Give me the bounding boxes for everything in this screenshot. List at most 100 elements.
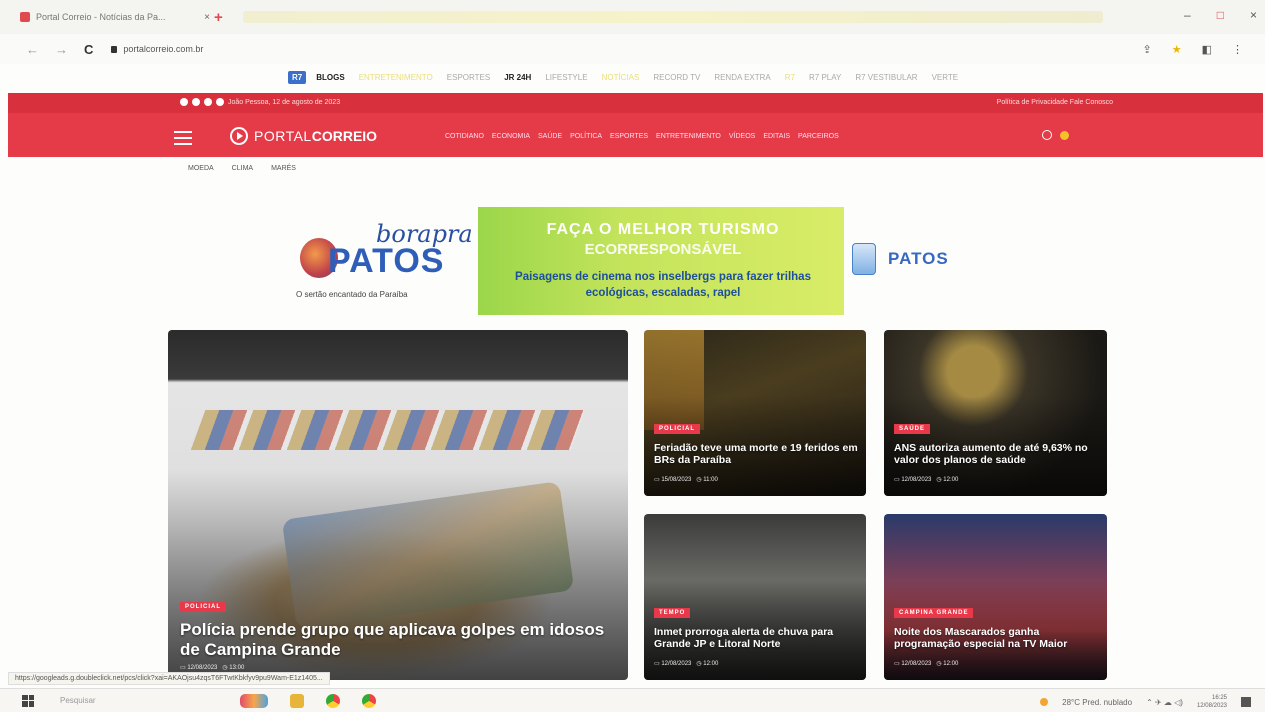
network-link[interactable]: LIFESTYLE — [545, 73, 587, 82]
info-ticker: MOEDA CLIMA MARÉS — [188, 165, 296, 172]
status-url-tooltip: https://googleads.g.doubleclick.net/pcs/… — [8, 672, 330, 685]
nav-item[interactable]: ESPORTES — [610, 133, 648, 140]
category-badge[interactable]: POLICIAL — [654, 424, 700, 434]
nav-item[interactable]: COTIDIANO — [445, 133, 484, 140]
photo-cards-detail — [190, 410, 586, 450]
weather-icon[interactable] — [1040, 698, 1049, 706]
ticker-item: MARÉS — [271, 165, 296, 172]
back-icon[interactable]: ← — [26, 42, 39, 57]
social-icons — [180, 98, 224, 106]
browser-tabbar: Portal Correio - Notícias da Pa... × + –… — [0, 0, 1265, 34]
nav-item[interactable]: POLÍTICA — [570, 133, 602, 140]
nav-item[interactable]: PARCEIROS — [798, 133, 839, 140]
network-link[interactable]: R7 PLAY — [809, 73, 841, 82]
news-meta: ▭ 12/08/2023 ◷ 12:00 — [894, 661, 959, 667]
r7-logo[interactable]: R7 — [288, 70, 307, 84]
maximize-button[interactable]: □ — [1217, 8, 1224, 22]
ticker-item: CLIMA — [231, 165, 254, 172]
header-topline: João Pessoa, 12 de agosto de 2023 Políti… — [8, 93, 1263, 113]
news-meta: ▭ 15/08/2023 ◷ 11:00 — [654, 477, 718, 483]
site-logo[interactable]: PORTAL CORREIO — [230, 127, 377, 145]
instagram-icon[interactable] — [204, 98, 212, 106]
city-seal-icon — [852, 243, 876, 275]
weather-text[interactable]: 28°C Pred. nublado — [1062, 698, 1132, 707]
network-link[interactable]: ENTRETENIMENTO — [359, 73, 433, 82]
hamburger-menu-icon[interactable] — [174, 131, 192, 145]
tab-title: Portal Correio - Notícias da Pa... — [36, 12, 166, 22]
sidebar-toggle-icon[interactable]: ◧ — [1202, 43, 1212, 56]
news-meta: ▭ 12/08/2023 ◷ 13:00 — [180, 665, 245, 671]
close-window-button[interactable]: × — [1250, 8, 1257, 22]
nav-item[interactable]: ECONOMIA — [492, 133, 530, 140]
browser-tab[interactable]: Portal Correio - Notícias da Pa... × — [20, 4, 210, 30]
url-field[interactable]: portalcorreio.com.br — [111, 44, 203, 54]
logo-text-bold: CORREIO — [311, 128, 378, 144]
os-taskbar: Pesquisar 28°C Pred. nublado ⌃ ✈ ☁ ◁) 16… — [0, 688, 1265, 712]
ad-borapra-patos[interactable]: borapra PATOS O sertão encantado da Para… — [296, 218, 478, 302]
category-badge[interactable]: CAMPINA GRANDE — [894, 608, 974, 618]
play-icon — [230, 127, 248, 145]
category-badge[interactable]: POLICIAL — [180, 602, 226, 612]
chrome-canary-icon[interactable] — [362, 693, 376, 708]
news-card-3[interactable]: TEMPO Inmet prorroga alerta de chuva par… — [644, 514, 866, 680]
news-meta: ▭ 12/08/2023 ◷ 12:00 — [654, 661, 719, 667]
nav-item[interactable]: EDITAIS — [763, 133, 790, 140]
logo-text-light: PORTAL — [254, 128, 312, 144]
news-headline[interactable]: Noite dos Mascarados ganha programação e… — [894, 626, 1100, 650]
category-badge[interactable]: TEMPO — [654, 608, 691, 618]
reload-icon[interactable]: C — [84, 42, 93, 57]
policy-links[interactable]: Política de Privacidade Fale Conosco — [997, 99, 1113, 106]
chrome-icon[interactable] — [326, 693, 340, 708]
file-explorer-icon[interactable] — [290, 693, 304, 708]
facebook-icon[interactable] — [180, 98, 188, 106]
url-text: portalcorreio.com.br — [123, 44, 204, 54]
share-icon[interactable]: ⇪ — [1143, 43, 1152, 56]
ad-body: Paisagens de cinema nos inselbergs para … — [515, 271, 811, 299]
menu-dots-icon[interactable]: ⋮ — [1232, 43, 1243, 56]
network-link[interactable]: VERTE — [932, 73, 959, 82]
network-link[interactable]: NOTÍCIAS — [602, 73, 640, 82]
notification-icon[interactable] — [1241, 697, 1251, 707]
minimize-button[interactable]: – — [1184, 8, 1191, 22]
theme-toggle-icon[interactable] — [1060, 130, 1069, 140]
news-card-1[interactable]: POLICIAL Feriadão teve uma morte e 19 fe… — [644, 330, 866, 496]
network-link[interactable]: BLOGS — [316, 73, 344, 82]
news-card-main[interactable]: POLICIAL Polícia prende grupo que aplica… — [168, 330, 628, 680]
network-link[interactable]: R7 — [785, 73, 795, 82]
nav-item[interactable]: ENTRETENIMENTO — [656, 133, 721, 140]
taskbar-search[interactable]: Pesquisar — [60, 696, 210, 705]
tab-strip-banner — [242, 11, 1103, 23]
network-link[interactable]: RENDA EXTRA — [714, 73, 770, 82]
nav-item[interactable]: SAÚDE — [538, 133, 562, 140]
twitter-icon[interactable] — [192, 98, 200, 106]
category-badge[interactable]: SAÚDE — [894, 424, 931, 434]
site-header: João Pessoa, 12 de agosto de 2023 Políti… — [8, 93, 1263, 157]
address-bar: ← → C portalcorreio.com.br ⇪ ★ ◧ ⋮ — [0, 34, 1265, 64]
network-link[interactable]: JR 24H — [504, 73, 531, 82]
tray-icons[interactable]: ⌃ ✈ ☁ ◁) — [1146, 698, 1183, 707]
clock[interactable]: 16:25 12/08/2023 — [1197, 694, 1227, 710]
new-tab-button[interactable]: + — [214, 9, 223, 26]
news-headline[interactable]: ANS autoriza aumento de até 9,63% no val… — [894, 442, 1100, 466]
windows-start-icon[interactable] — [22, 694, 34, 707]
search-icon[interactable] — [1042, 130, 1052, 140]
tab-close-icon[interactable]: × — [204, 12, 210, 23]
forward-icon[interactable]: → — [55, 42, 68, 57]
news-card-2[interactable]: SAÚDE ANS autoriza aumento de até 9,63% … — [884, 330, 1107, 496]
ad-brand-text: PATOS — [328, 242, 445, 280]
network-link[interactable]: R7 VESTIBULAR — [855, 73, 917, 82]
ad-right-brand: PATOS — [888, 249, 949, 268]
news-headline[interactable]: Feriadão teve uma morte e 19 feridos em … — [654, 442, 860, 466]
youtube-icon[interactable] — [216, 98, 224, 106]
news-card-4[interactable]: CAMPINA GRANDE Noite dos Mascarados ganh… — [884, 514, 1107, 680]
bookmark-star-icon[interactable]: ★ — [1172, 43, 1182, 56]
ad-patos-seal[interactable]: PATOS — [852, 234, 976, 284]
widgets-icon[interactable] — [240, 693, 268, 708]
news-headline[interactable]: Polícia prende grupo que aplicava golpes… — [180, 620, 620, 659]
header-date: João Pessoa, 12 de agosto de 2023 — [228, 99, 341, 106]
network-link[interactable]: ESPORTES — [447, 73, 490, 82]
network-link[interactable]: RECORD TV — [653, 73, 700, 82]
news-headline[interactable]: Inmet prorroga alerta de chuva para Gran… — [654, 626, 860, 650]
nav-item[interactable]: VÍDEOS — [729, 133, 755, 140]
ad-tourism-banner[interactable]: FAÇA O MELHOR TURISMO ECORRESPONSÁVEL Pa… — [478, 207, 844, 315]
